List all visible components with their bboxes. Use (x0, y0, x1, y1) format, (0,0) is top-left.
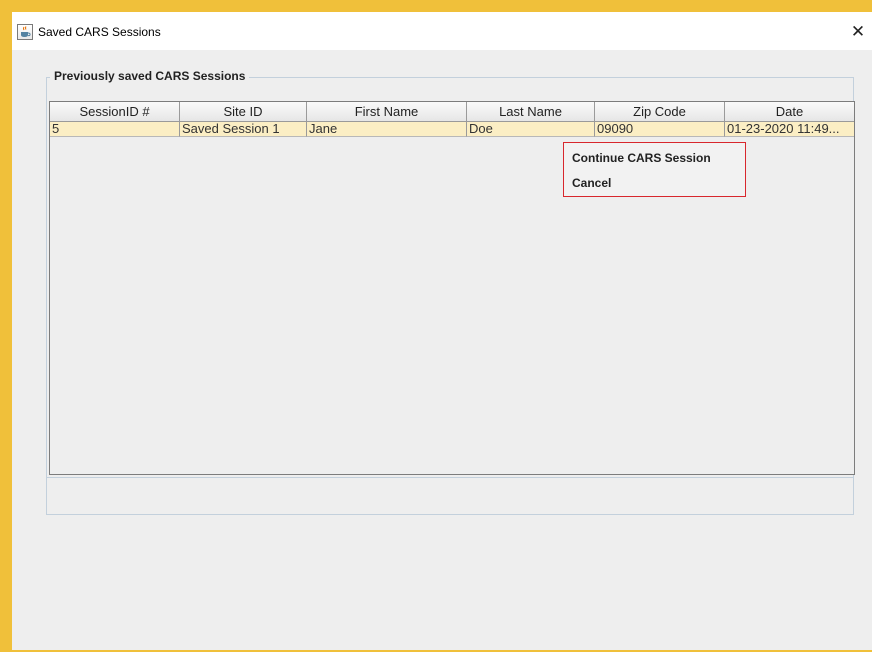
desktop-background-top (0, 0, 872, 12)
cell-last-name[interactable]: Doe (467, 122, 595, 137)
column-header-session-id[interactable]: SessionID # (50, 102, 180, 122)
title-bar[interactable]: Saved CARS Sessions ✕ (12, 12, 872, 50)
window-title: Saved CARS Sessions (38, 25, 161, 39)
group-title: Previously saved CARS Sessions (50, 69, 250, 83)
column-header-last-name[interactable]: Last Name (467, 102, 595, 122)
table-header: SessionID # Site ID First Name Last Name… (50, 102, 854, 122)
column-header-date[interactable]: Date (725, 102, 854, 122)
cell-session-id[interactable]: 5 (50, 122, 180, 137)
column-header-site-id[interactable]: Site ID (180, 102, 307, 122)
row-context-menu: Continue CARS Session Cancel (563, 142, 746, 197)
cell-site-id[interactable]: Saved Session 1 (180, 122, 307, 137)
close-icon[interactable]: ✕ (844, 18, 872, 46)
column-header-zip-code[interactable]: Zip Code (595, 102, 725, 122)
cell-zip-code[interactable]: 09090 (595, 122, 725, 137)
cell-first-name[interactable]: Jane (307, 122, 467, 137)
column-header-first-name[interactable]: First Name (307, 102, 467, 122)
group-separator (47, 477, 853, 478)
cell-date[interactable]: 01-23-2020 11:49... (725, 122, 854, 137)
desktop-background-left (0, 0, 12, 652)
table-row[interactable]: 5 Saved Session 1 Jane Doe 09090 01-23-2… (50, 122, 854, 137)
menu-item-cancel[interactable]: Cancel (564, 172, 745, 194)
java-cup-icon (17, 24, 33, 40)
menu-item-continue-session[interactable]: Continue CARS Session (564, 147, 745, 169)
